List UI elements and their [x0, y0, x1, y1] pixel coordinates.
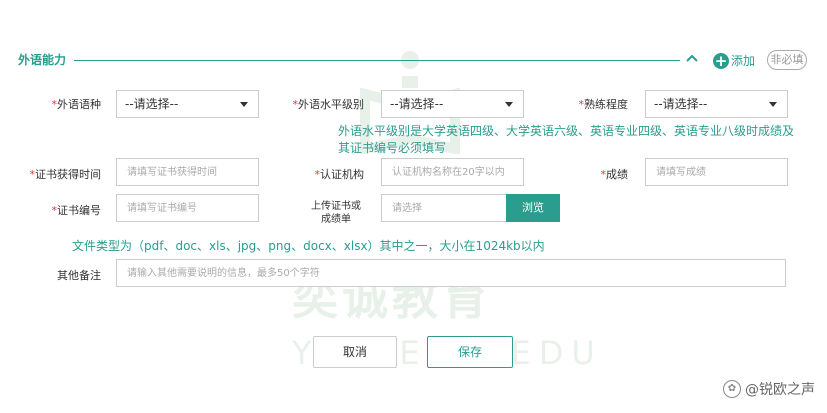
required-asterisk: * — [51, 204, 58, 217]
file-type-hint: 文件类型为（pdf、doc、xls、jpg、png、docx、xlsx）其中之一… — [72, 239, 545, 253]
save-button[interactable]: 保存 — [427, 336, 513, 368]
chevron-up-icon[interactable] — [684, 50, 700, 66]
proficiency-label: *熟练程度 — [578, 98, 629, 111]
cancel-button[interactable]: 取消 — [313, 336, 397, 368]
required-toggle[interactable]: 非必填 — [767, 50, 807, 70]
cert-date-label: *证书获得时间 — [29, 168, 102, 181]
language-select[interactable]: --请选择-- — [116, 90, 259, 118]
proficiency-select[interactable]: --请选择-- — [645, 90, 788, 118]
cert-no-input[interactable] — [116, 194, 259, 222]
required-asterisk: * — [578, 98, 585, 111]
upload-label: 上传证书或 成绩单 — [306, 200, 366, 226]
remarks-input[interactable] — [116, 259, 786, 287]
required-asterisk: * — [314, 168, 321, 181]
proficiency-select-value: --请选择-- — [654, 97, 708, 111]
language-label: *外语语种 — [51, 98, 102, 111]
upload-label-line2: 成绩单 — [321, 214, 351, 225]
required-asterisk: * — [51, 98, 58, 111]
required-asterisk: * — [600, 168, 607, 181]
source-watermark-text: @锐欧之声 — [745, 382, 815, 398]
cert-date-input[interactable] — [116, 158, 259, 186]
paw-icon: ✿ — [723, 380, 741, 398]
cert-org-input[interactable] — [381, 158, 524, 186]
cert-org-label: *认证机构 — [314, 168, 365, 181]
caret-down-icon — [769, 102, 777, 107]
browse-button[interactable]: 浏览 — [506, 194, 560, 222]
level-hint: 外语水平级别是大学英语四级、大学英语六级、英语专业四级、英语专业八级时成绩及其证… — [338, 124, 795, 155]
upload-label-line1: 上传证书或 — [311, 201, 361, 212]
level-select[interactable]: --请选择-- — [381, 90, 524, 118]
section-divider — [74, 60, 680, 61]
score-label: *成绩 — [600, 168, 629, 181]
plus-circle-icon: + — [713, 51, 729, 70]
upload-file-input[interactable] — [381, 194, 507, 222]
remarks-label: 其他备注 — [57, 269, 101, 282]
add-label: 添加 — [731, 54, 756, 68]
source-watermark: ✿ @锐欧之声 — [723, 379, 815, 399]
required-asterisk: * — [292, 98, 299, 111]
level-select-value: --请选择-- — [390, 97, 444, 111]
score-input[interactable] — [645, 158, 788, 186]
language-select-value: --请选择-- — [125, 97, 179, 111]
cert-no-label: *证书编号 — [51, 204, 102, 217]
required-asterisk: * — [29, 168, 36, 181]
section-title: 外语能力 — [18, 53, 67, 67]
add-button[interactable]: + 添加 — [713, 52, 755, 69]
caret-down-icon — [505, 102, 513, 107]
level-label: *外语水平级别 — [292, 98, 365, 111]
caret-down-icon — [240, 102, 248, 107]
